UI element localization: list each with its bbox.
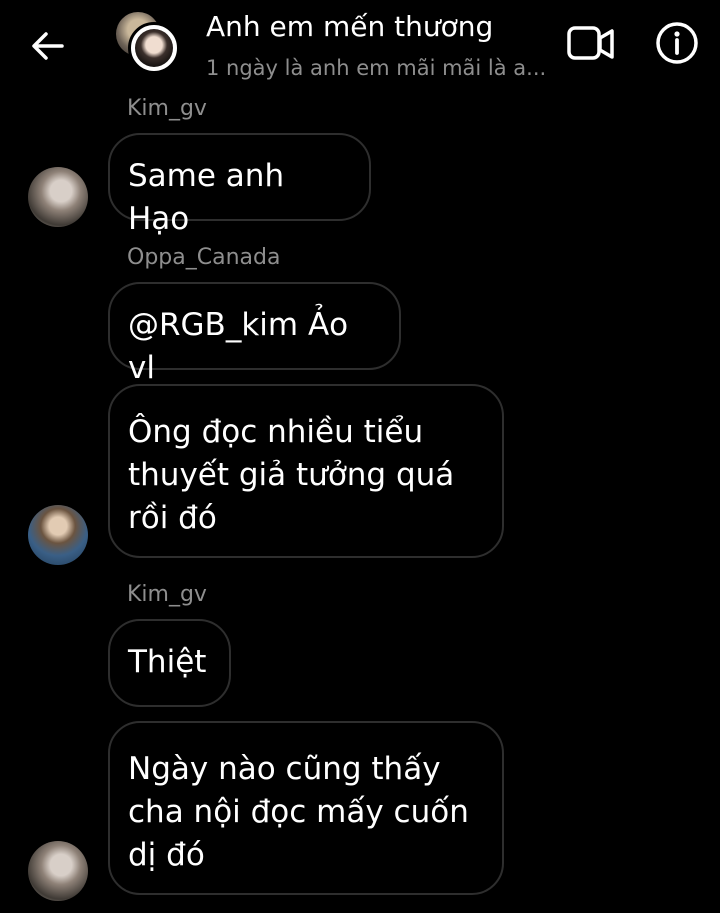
message-text-line: Ông đọc nhiều tiểu [128,414,424,450]
message-bubble[interactable]: Same anh Hạo [108,133,371,237]
sender-avatar[interactable] [28,505,88,565]
chat-header: Anh em mến thương 1 ngày là anh em mãi m… [0,0,720,92]
back-arrow-icon[interactable] [28,26,68,66]
message-sender: Kim_gv [127,582,207,607]
message-text-line: cha nội đọc mấy cuốn [128,794,469,830]
sender-avatar[interactable] [28,167,88,227]
video-call-icon[interactable] [566,22,616,66]
message-bubble[interactable]: Thiệt [108,619,231,707]
message-text-line: thuyết giả tưởng quá [128,457,455,493]
message-text-line: dị đó [128,837,205,873]
group-avatar-front [128,22,180,74]
info-icon[interactable] [654,20,700,66]
message-text-line: rồi đó [128,500,217,536]
chat-subtitle[interactable]: 1 ngày là anh em mãi mãi là a... [206,56,546,80]
message-text: @RGB_kim Ảo vl [128,307,349,386]
sender-avatar[interactable] [28,841,88,901]
message-bubble[interactable]: Ngày nào cũng thấy cha nội đọc mấy cuốn … [108,721,504,895]
group-avatar[interactable] [116,12,182,78]
message-sender: Kim_gv [127,96,207,121]
chat-title[interactable]: Anh em mến thương [206,10,493,43]
message-text: Thiệt [128,644,207,680]
message-text-line: Ngày nào cũng thấy [128,751,441,787]
message-bubble[interactable]: @RGB_kim Ảo vl [108,282,401,386]
message-bubble[interactable]: Ông đọc nhiều tiểu thuyết giả tưởng quá … [108,384,504,558]
message-sender: Oppa_Canada [127,245,281,270]
message-text: Same anh Hạo [128,158,285,237]
